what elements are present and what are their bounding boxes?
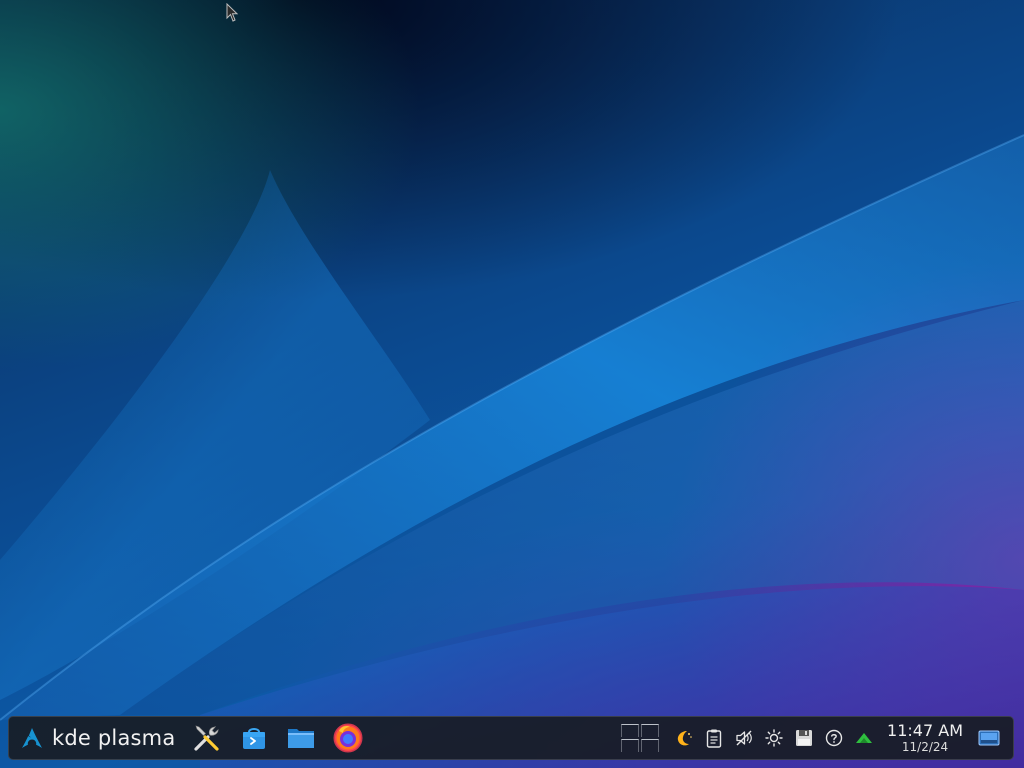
- task-file-manager[interactable]: [283, 720, 319, 756]
- application-launcher[interactable]: kde plasma: [21, 718, 175, 758]
- task-firefox[interactable]: [330, 720, 366, 756]
- arch-linux-logo-icon: [22, 728, 42, 748]
- task-discover[interactable]: [236, 720, 272, 756]
- launcher-label: kde plasma: [52, 726, 176, 750]
- mouse-cursor-icon: [226, 3, 239, 22]
- system-tray: [673, 727, 883, 749]
- shopping-bag-icon: [243, 728, 266, 749]
- task-system-settings[interactable]: [189, 720, 225, 756]
- sun-icon: [765, 729, 783, 747]
- clipboard-icon: [706, 729, 722, 748]
- wallpaper: [0, 134, 1024, 768]
- speaker-muted-icon: [736, 730, 752, 746]
- firefox-icon: [333, 723, 363, 753]
- task-manager: [189, 720, 377, 756]
- tray-clipboard[interactable]: [703, 727, 725, 749]
- desktop[interactable]: kde plasma 11:47 AM 11/2/24: [0, 0, 1024, 768]
- tray-brightness[interactable]: [763, 727, 785, 749]
- wrench-screwdriver-icon: [194, 725, 219, 751]
- floppy-disk-icon: [796, 730, 813, 746]
- digital-clock[interactable]: 11:47 AM 11/2/24: [887, 721, 963, 754]
- show-desktop-icon: [978, 730, 1000, 746]
- tray-night-color[interactable]: [673, 727, 695, 749]
- tray-network[interactable]: [853, 727, 875, 749]
- virtual-desktop-pager[interactable]: [621, 724, 660, 752]
- taskbar: kde plasma 11:47 AM 11/2/24: [8, 716, 1014, 760]
- question-circle-icon: [825, 729, 843, 747]
- clock-date: 11/2/24: [901, 740, 949, 754]
- folder-icon: [288, 729, 315, 748]
- moon-icon: [677, 731, 692, 746]
- pager-desktop-1[interactable]: [621, 724, 640, 737]
- clock-time: 11:47 AM: [887, 721, 963, 740]
- tray-help[interactable]: [823, 727, 845, 749]
- tray-storage[interactable]: [793, 727, 815, 749]
- show-desktop-button[interactable]: [977, 726, 1001, 750]
- pager-desktop-2[interactable]: [641, 724, 660, 737]
- network-up-icon: [856, 733, 873, 743]
- tray-volume[interactable]: [733, 727, 755, 749]
- pager-desktop-4[interactable]: [641, 739, 660, 752]
- pager-desktop-3[interactable]: [621, 739, 640, 752]
